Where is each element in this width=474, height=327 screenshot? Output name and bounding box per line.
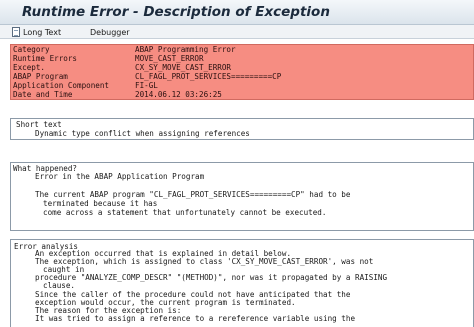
debugger-button[interactable]: Debugger — [90, 26, 130, 38]
info-value: ABAP Programming Error — [135, 45, 236, 54]
long-text-button[interactable]: Long Text — [12, 26, 61, 38]
info-row: Date and Time 2014.06.12 03:26:25 — [11, 91, 473, 99]
info-key: Date and Time — [13, 90, 73, 99]
info-key: Application Component — [13, 81, 110, 90]
info-row: Runtime Errors MOVE_CAST_ERROR — [11, 55, 473, 63]
text-line: It was tried to assign a reference to a … — [35, 314, 356, 323]
text-line: Dynamic type conflict when assigning ref… — [35, 129, 250, 138]
text-line: The current ABAP program "CL_FAGL_PROT_S… — [35, 190, 351, 199]
info-value: MOVE_CAST_ERROR — [135, 54, 204, 63]
info-value: CX_SY_MOVE_CAST_ERROR — [135, 63, 232, 72]
text-line: come across a statement that unfortunate… — [43, 208, 327, 217]
error-content: Category ABAP Programming Error Runtime … — [0, 39, 474, 327]
long-text-label: Long Text — [23, 27, 62, 37]
error-info-block: Category ABAP Programming Error Runtime … — [10, 44, 474, 100]
info-value: CL_FAGL_PROT_SERVICES=========CP — [135, 72, 282, 81]
info-row: ABAP Program CL_FAGL_PROT_SERVICES======… — [11, 73, 473, 81]
text-line: Error in the ABAP Application Program — [35, 172, 205, 181]
text-line: procedure "ANALYZE_COMP_DESCR" "(METHOD)… — [35, 273, 388, 282]
section-title: Short text — [16, 120, 62, 129]
document-icon — [12, 27, 20, 37]
info-value: 2014.06.12 03:26:25 — [135, 90, 222, 99]
text-line: clause. — [43, 281, 76, 290]
info-row: Application Component FI-GL — [11, 82, 473, 90]
error-analysis-section: Error analysis An exception occurred tha… — [10, 239, 474, 327]
info-key: Runtime Errors — [13, 54, 78, 63]
window-title-bar: Runtime Error - Description of Exception — [0, 0, 474, 25]
info-row: Category ABAP Programming Error — [11, 46, 473, 54]
info-row: Except. CX_SY_MOVE_CAST_ERROR — [11, 64, 473, 72]
info-value: FI-GL — [135, 81, 158, 90]
info-key: Except. — [13, 63, 46, 72]
text-line: terminated because it has — [43, 199, 158, 208]
short-text-section: Short text Dynamic type conflict when as… — [10, 118, 474, 140]
toolbar: Long Text Debugger — [0, 25, 474, 39]
debugger-label: Debugger — [90, 27, 130, 37]
window-title: Runtime Error - Description of Exception — [22, 4, 330, 20]
what-happened-section: What happened? Error in the ABAP Applica… — [10, 162, 474, 231]
info-key: ABAP Program — [13, 72, 68, 81]
text-line: The exception, which is assigned to clas… — [35, 257, 374, 266]
info-key: Category — [13, 45, 50, 54]
